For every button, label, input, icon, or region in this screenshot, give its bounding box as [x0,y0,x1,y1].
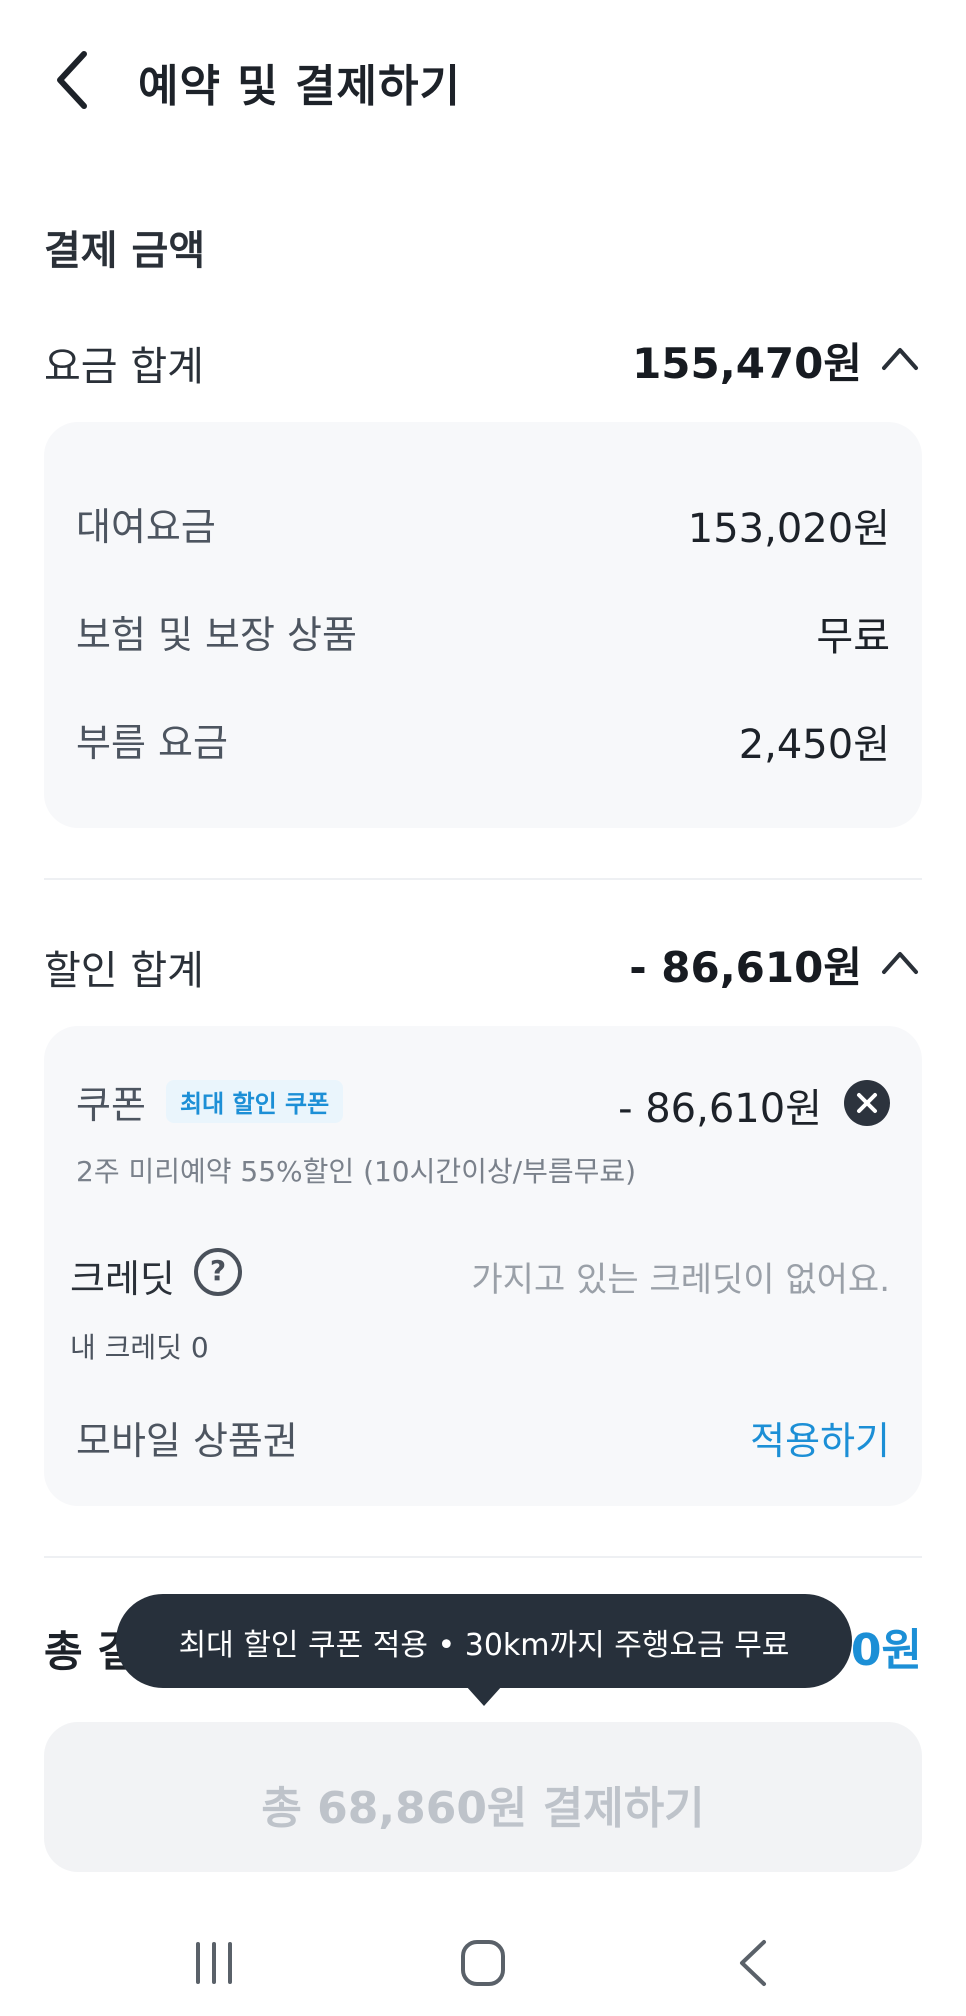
fare-item-insurance: 보험 및 보장 상품 무료 [76,598,890,660]
fare-item-label: 대여요금 [76,505,216,549]
chevron-up-icon[interactable] [878,338,922,378]
fare-item-value: 153,020원 [687,506,890,552]
voucher-apply-button[interactable]: 적용하기 [750,1410,890,1465]
back-arrow-icon [57,51,87,109]
fare-total-header[interactable]: 요금 합계 155,470원 [44,326,922,390]
coupon-label: 쿠폰 [76,1083,146,1127]
close-icon [857,1093,877,1113]
coupon-badge: 최대 할인 쿠폰 [166,1080,344,1123]
system-nav-bar [0,1908,966,2016]
fare-item-value: 무료 [816,614,890,660]
credit-label: 크레딧 [70,1257,175,1301]
my-credit: 내 크레딧 0 [70,1331,209,1364]
chevron-up-icon[interactable] [878,942,922,982]
payment-section-title: 결제 금액 [44,228,206,274]
question-circle-icon[interactable]: ? [194,1248,242,1296]
discount-total-label: 할인 합계 [44,948,204,994]
back-nav-button[interactable] [714,1928,794,1998]
home-button[interactable] [443,1928,523,1998]
back-icon [740,1940,766,1986]
header: 예약 및 결제하기 [0,0,966,160]
coupon-amount: - 86,610원 [618,1086,822,1132]
recent-apps-button[interactable] [174,1928,254,1998]
fare-item-value: 2,450원 [738,722,890,768]
fare-total-amount: 155,470원 [632,339,862,388]
fare-item-label: 보험 및 보장 상품 [76,613,357,657]
credit-empty-message: 가지고 있는 크레딧이 없어요. [471,1260,890,1300]
discount-total-header[interactable]: 할인 합계 - 86,610원 [44,930,922,994]
fare-item-delivery: 부름 요금 2,450원 [76,706,890,768]
coupon-tooltip: 최대 할인 쿠폰 적용 • 30km까지 주행요금 무료 [116,1594,852,1706]
home-icon [461,1940,505,1986]
fare-detail-card: 대여요금 153,020원 보험 및 보장 상품 무료 부름 요금 2,450원 [44,422,922,828]
fare-total-label: 요금 합계 [44,344,204,390]
total-amount: 0원 [850,1625,922,1676]
page-title: 예약 및 결제하기 [138,61,461,112]
pay-button[interactable]: 총 68,860원 결제하기 [44,1722,922,1872]
pay-button-label: 총 68,860원 결제하기 [261,1783,705,1834]
coupon-remove-button[interactable] [844,1080,890,1126]
discount-total-amount: - 86,610원 [629,943,862,992]
fare-item-label: 부름 요금 [76,721,228,765]
tooltip-text: 최대 할인 쿠폰 적용 • 30km까지 주행요금 무료 [178,1628,790,1663]
fare-item-rental: 대여요금 153,020원 [76,490,890,552]
divider [44,1556,922,1558]
recent-apps-icon [196,1942,232,1984]
coupon-description: 2주 미리예약 55%할인 (10시간이상/부름무료) [76,1155,637,1188]
tooltip-arrow [466,1686,502,1706]
discount-detail-card: 쿠폰 최대 할인 쿠폰 - 86,610원 2주 미리예약 55%할인 (10시… [44,1026,922,1506]
help-glyph: ? [209,1254,227,1287]
voucher-label: 모바일 상품권 [76,1419,298,1463]
divider [44,878,922,880]
back-button[interactable] [44,44,104,116]
